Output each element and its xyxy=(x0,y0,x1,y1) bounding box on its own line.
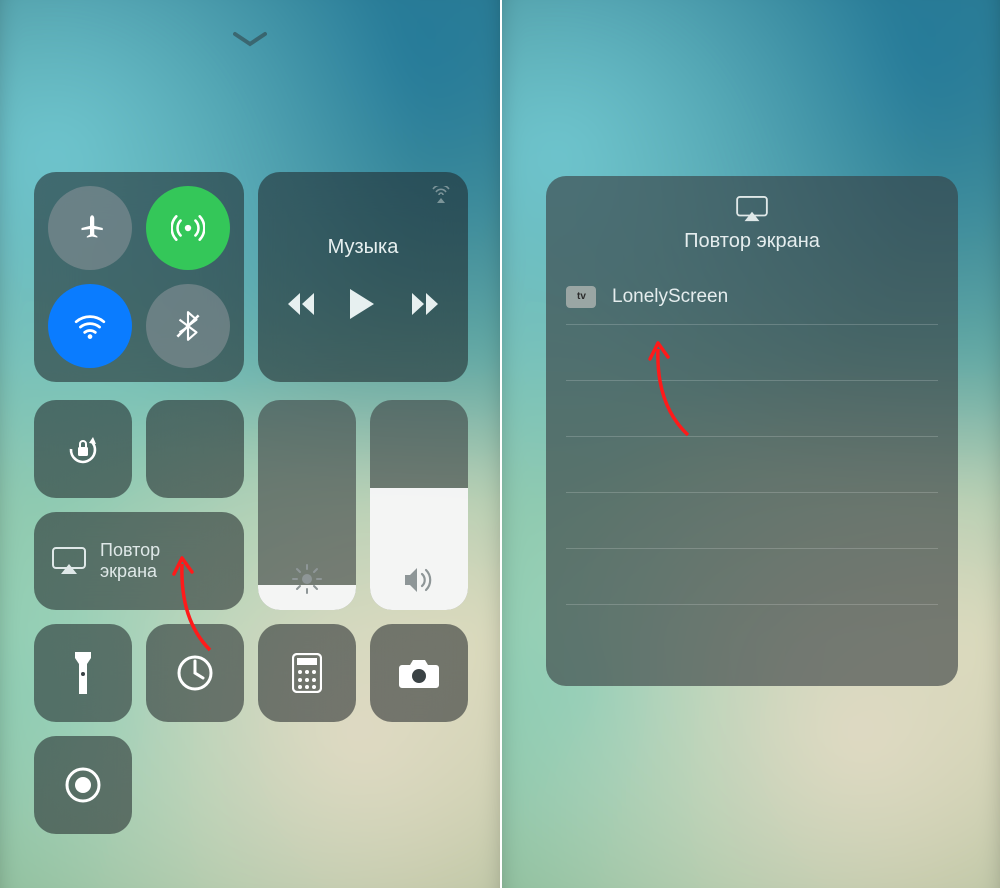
apple-tv-icon: tv xyxy=(566,286,596,308)
record-icon xyxy=(63,765,103,805)
calculator-button[interactable] xyxy=(258,624,356,722)
orientation-lock-button[interactable] xyxy=(34,400,132,498)
screen-mirroring-sheet: Повтор экрана tv LonelyScreen xyxy=(546,176,958,686)
timer-icon xyxy=(175,653,215,693)
flashlight-icon xyxy=(73,652,93,694)
airplane-icon xyxy=(73,211,107,245)
connectivity-tile xyxy=(34,172,244,382)
moon-icon xyxy=(176,430,214,468)
airplane-mode-button[interactable] xyxy=(48,186,132,270)
volume-slider[interactable] xyxy=(370,400,468,610)
screen-mirroring-icon xyxy=(52,547,86,575)
forward-icon[interactable] xyxy=(412,293,438,315)
do-not-disturb-button[interactable] xyxy=(146,400,244,498)
cellular-icon xyxy=(171,211,205,245)
rewind-icon[interactable] xyxy=(288,293,314,315)
calculator-icon xyxy=(292,653,322,693)
mirror-sheet-screenshot: Повтор экрана tv LonelyScreen xyxy=(500,0,1000,888)
control-center-screenshot: Музыка Повтор экрана xyxy=(0,0,500,888)
device-item-empty xyxy=(566,325,938,381)
device-item-empty xyxy=(566,381,938,437)
device-item-empty xyxy=(566,605,938,661)
bluetooth-off-icon xyxy=(171,309,205,343)
camera-button[interactable] xyxy=(370,624,468,722)
device-name: LonelyScreen xyxy=(612,286,728,308)
screen-record-button[interactable] xyxy=(34,736,132,834)
device-item-empty xyxy=(566,493,938,549)
bluetooth-button[interactable] xyxy=(146,284,230,368)
timer-button[interactable] xyxy=(146,624,244,722)
flashlight-button[interactable] xyxy=(34,624,132,722)
cellular-data-button[interactable] xyxy=(146,186,230,270)
airplay-audio-icon xyxy=(430,186,452,204)
play-icon[interactable] xyxy=(350,289,376,319)
volume-icon xyxy=(403,566,435,594)
sheet-title: Повтор экрана xyxy=(684,230,820,253)
brightness-slider[interactable] xyxy=(258,400,356,610)
orientation-lock-icon xyxy=(63,429,103,469)
wifi-icon xyxy=(73,309,107,343)
brightness-icon xyxy=(292,564,322,594)
device-item-empty xyxy=(566,437,938,493)
device-list: tv LonelyScreen xyxy=(546,269,958,686)
device-item[interactable]: tv LonelyScreen xyxy=(566,269,938,325)
screen-mirroring-icon xyxy=(736,196,768,222)
music-tile[interactable]: Музыка xyxy=(258,172,468,382)
screen-mirroring-label: Повтор экрана xyxy=(100,540,160,581)
screen-mirroring-button[interactable]: Повтор экрана xyxy=(34,512,244,610)
music-title: Музыка xyxy=(328,236,399,259)
device-item-empty xyxy=(566,549,938,605)
camera-icon xyxy=(398,657,440,689)
chevron-down-icon[interactable] xyxy=(233,30,267,50)
wifi-button[interactable] xyxy=(48,284,132,368)
